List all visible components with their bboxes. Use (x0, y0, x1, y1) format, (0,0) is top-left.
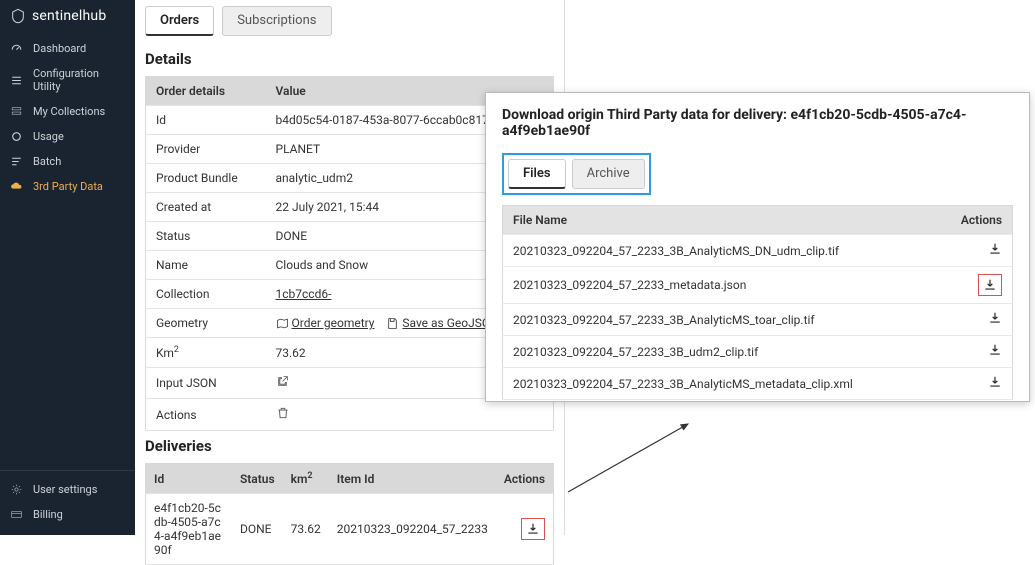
modal-tab-archive[interactable]: Archive (572, 159, 645, 189)
external-link-icon[interactable] (276, 375, 289, 388)
sidebar-label: Billing (33, 508, 63, 521)
file-name: 20210323_092204_57_2233_3B_udm2_clip.tif (503, 336, 939, 368)
collections-icon (10, 105, 23, 118)
sidebar-label: Dashboard (33, 42, 86, 55)
files-table: File Name Actions 20210323_092204_57_223… (502, 205, 1013, 400)
main-tabs: Orders Subscriptions (145, 6, 554, 36)
file-row: 20210323_092204_57_2233_3B_udm2_clip.tif (503, 336, 1013, 368)
details-key-km2: Km2 (146, 338, 266, 368)
modal-tabs: Files Archive (502, 153, 651, 195)
sidebar-label: Usage (33, 130, 64, 143)
card-icon (10, 508, 23, 521)
deliv-col-km2: km2 (283, 464, 329, 494)
deliv-col-id: Id (146, 464, 232, 494)
download-icon (988, 375, 1002, 389)
usage-icon (10, 130, 23, 143)
gear-icon (10, 483, 23, 496)
file-download-button[interactable] (988, 375, 1002, 389)
brand-name: sentinelhub (32, 8, 106, 24)
download-icon (988, 242, 1002, 256)
delivery-id: e4f1cb20-5cdb-4505-a7c4-a4f9eb1ae90f (146, 494, 232, 565)
delivery-status: DONE (232, 494, 283, 565)
file-name: 20210323_092204_57_2233_metadata.json (503, 267, 939, 304)
delivery-km2: 73.62 (283, 494, 329, 565)
sidebar-item-configuration[interactable]: Configuration Utility (0, 61, 135, 99)
file-download-button[interactable] (978, 274, 1002, 296)
delivery-download-button[interactable] (521, 518, 545, 540)
file-download-button[interactable] (988, 242, 1002, 256)
details-key-collection: Collection (146, 280, 266, 309)
details-key-provider: Provider (146, 135, 266, 164)
deliv-col-item: Item Id (329, 464, 496, 494)
sidebar-label: My Collections (33, 105, 105, 118)
trash-icon[interactable] (276, 406, 290, 420)
file-name: 20210323_092204_57_2233_3B_AnalyticMS_to… (503, 304, 939, 336)
details-heading: Details (145, 50, 554, 68)
sidebar-item-3rd-party-data[interactable]: 3rd Party Data (0, 174, 135, 199)
sidebar-item-usage[interactable]: Usage (0, 124, 135, 149)
download-modal: Download origin Third Party data for del… (485, 92, 1030, 402)
details-key-created: Created at (146, 193, 266, 222)
map-icon (276, 317, 289, 330)
brand-logo-icon (10, 8, 26, 24)
sidebar-label: Configuration Utility (33, 67, 125, 93)
details-key-id: Id (146, 106, 266, 135)
file-download-button[interactable] (988, 311, 1002, 325)
details-col-key: Order details (146, 77, 266, 106)
collection-link[interactable]: 1cb7ccd6- (276, 287, 332, 301)
sidebar-item-collections[interactable]: My Collections (0, 99, 135, 124)
tab-subscriptions[interactable]: Subscriptions (222, 6, 331, 36)
deliv-col-actions: Actions (496, 464, 554, 494)
files-col-name: File Name (503, 206, 939, 235)
sidebar-label: 3rd Party Data (33, 180, 103, 193)
deliveries-table: Id Status km2 Item Id Actions e4f1cb20-5… (145, 463, 554, 565)
file-row: 20210323_092204_57_2233_metadata.json (503, 267, 1013, 304)
deliv-col-status: Status (232, 464, 283, 494)
file-row: 20210323_092204_57_2233_3B_AnalyticMS_me… (503, 368, 1013, 400)
sidebar-item-user-settings[interactable]: User settings (0, 477, 135, 502)
file-row: 20210323_092204_57_2233_3B_AnalyticMS_DN… (503, 235, 1013, 267)
files-col-actions: Actions (938, 206, 1012, 235)
file-download-button[interactable] (988, 343, 1002, 357)
download-icon (983, 278, 997, 292)
save-icon (386, 317, 399, 330)
batch-icon (10, 155, 23, 168)
details-key-geometry: Geometry (146, 309, 266, 338)
sidebar-item-dashboard[interactable]: Dashboard (0, 36, 135, 61)
tab-orders[interactable]: Orders (145, 6, 214, 36)
order-geometry-link[interactable]: Order geometry (291, 316, 374, 330)
gauge-icon (10, 42, 23, 55)
sidebar: sentinelhub Dashboard Configuration Util… (0, 0, 135, 535)
deliveries-heading: Deliveries (145, 437, 554, 455)
sidebar-bottom: User settings Billing (0, 470, 135, 535)
sidebar-label: User settings (33, 483, 97, 496)
delivery-row: e4f1cb20-5cdb-4505-a7c4-a4f9eb1ae90f DON… (146, 494, 554, 565)
file-name: 20210323_092204_57_2233_3B_AnalyticMS_me… (503, 368, 939, 400)
details-key-bundle: Product Bundle (146, 164, 266, 193)
sidebar-label: Batch (33, 155, 61, 168)
annotation-arrow (560, 420, 700, 500)
details-key-name: Name (146, 251, 266, 280)
cloud-upload-icon (10, 180, 23, 193)
download-icon (988, 343, 1002, 357)
sidebar-item-batch[interactable]: Batch (0, 149, 135, 174)
download-icon (988, 311, 1002, 325)
download-icon (526, 522, 540, 536)
details-key-actions: Actions (146, 399, 266, 431)
modal-tab-files[interactable]: Files (508, 159, 566, 189)
brand: sentinelhub (0, 0, 135, 36)
sliders-icon (10, 74, 23, 87)
sidebar-nav: Dashboard Configuration Utility My Colle… (0, 36, 135, 199)
delivery-item: 20210323_092204_57_2233 (329, 494, 496, 565)
modal-title: Download origin Third Party data for del… (502, 107, 1013, 139)
file-row: 20210323_092204_57_2233_3B_AnalyticMS_to… (503, 304, 1013, 336)
details-key-inputjson: Input JSON (146, 368, 266, 399)
details-key-status: Status (146, 222, 266, 251)
sidebar-item-billing[interactable]: Billing (0, 502, 135, 527)
file-name: 20210323_092204_57_2233_3B_AnalyticMS_DN… (503, 235, 939, 267)
